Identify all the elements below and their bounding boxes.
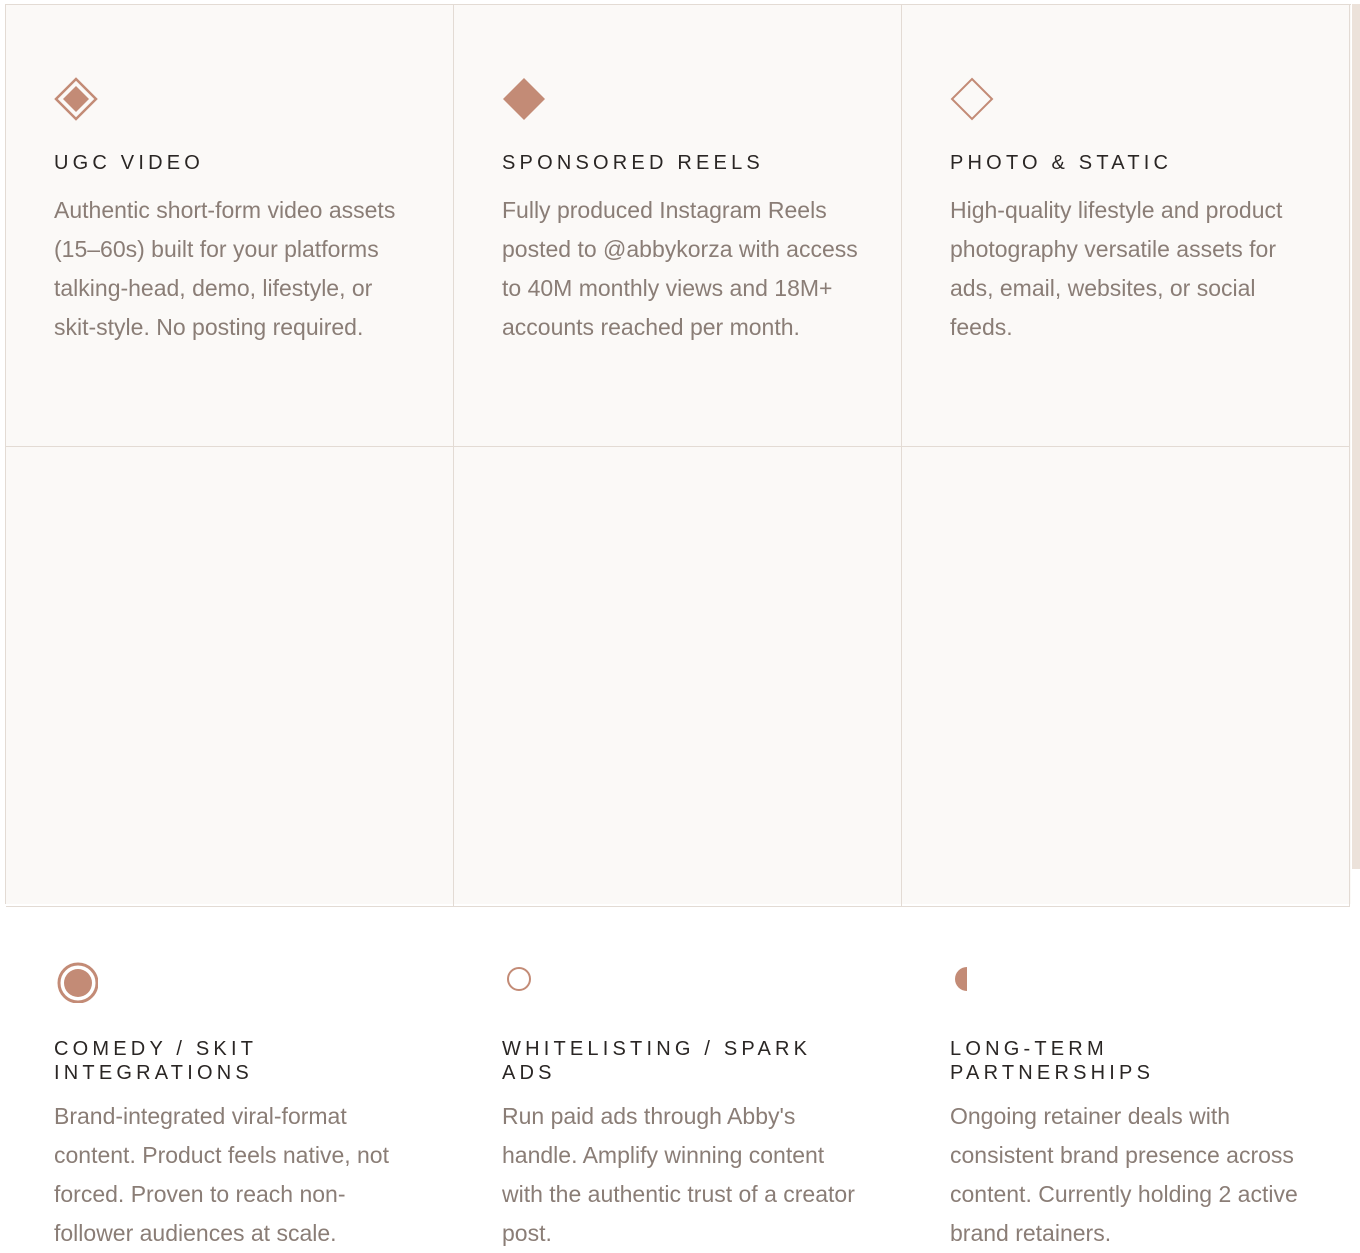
- service-description: High-quality lifestyle and product photo…: [950, 197, 1283, 340]
- service-card-long-term-partnerships: LONG-TERM PARTNERSHIPS Ongoing retainer …: [902, 447, 1350, 1246]
- service-title: PHOTO & STATIC: [950, 152, 1173, 174]
- diamond-filled-icon: [503, 78, 545, 120]
- circle-target-icon: [57, 962, 98, 1003]
- service-description: Authentic short-form video assets (15–60…: [54, 197, 396, 340]
- service-title: WHITELISTING / SPARK ADS: [502, 1038, 812, 1084]
- service-description: Fully produced Instagram Reels posted to…: [502, 197, 858, 340]
- diamond-outlined-icon: [54, 77, 98, 121]
- half-circle-icon: [955, 967, 979, 991]
- services-section: UGC VIDEO Authentic short-form video ass…: [5, 4, 1351, 1246]
- service-description: Run paid ads through Abby's handle. Ampl…: [502, 1103, 855, 1246]
- service-title: LONG-TERM PARTNERSHIPS: [950, 1038, 1155, 1084]
- right-edge-divider: [1352, 4, 1360, 869]
- service-card-ugc-video: UGC VIDEO Authentic short-form video ass…: [6, 5, 454, 447]
- service-description: Brand-integrated viral-format content. P…: [54, 1103, 389, 1246]
- service-card-sponsored-reels: SPONSORED REELS Fully produced Instagram…: [454, 5, 902, 447]
- service-title: UGC VIDEO: [54, 152, 205, 174]
- service-title: SPONSORED REELS: [502, 152, 764, 174]
- diamond-outline-icon: [950, 77, 994, 121]
- service-title: COMEDY / SKIT INTEGRATIONS: [54, 1038, 257, 1084]
- services-grid: UGC VIDEO Authentic short-form video ass…: [6, 5, 1350, 1246]
- service-card-whitelisting-spark-ads: WHITELISTING / SPARK ADS Run paid ads th…: [454, 447, 902, 1246]
- service-card-comedy-skit: COMEDY / SKIT INTEGRATIONS Brand-integra…: [6, 447, 454, 1246]
- circle-outline-icon: [507, 967, 531, 991]
- service-description: Ongoing retainer deals with consistent b…: [950, 1103, 1298, 1246]
- service-card-photo-static: PHOTO & STATIC High-quality lifestyle an…: [902, 5, 1350, 447]
